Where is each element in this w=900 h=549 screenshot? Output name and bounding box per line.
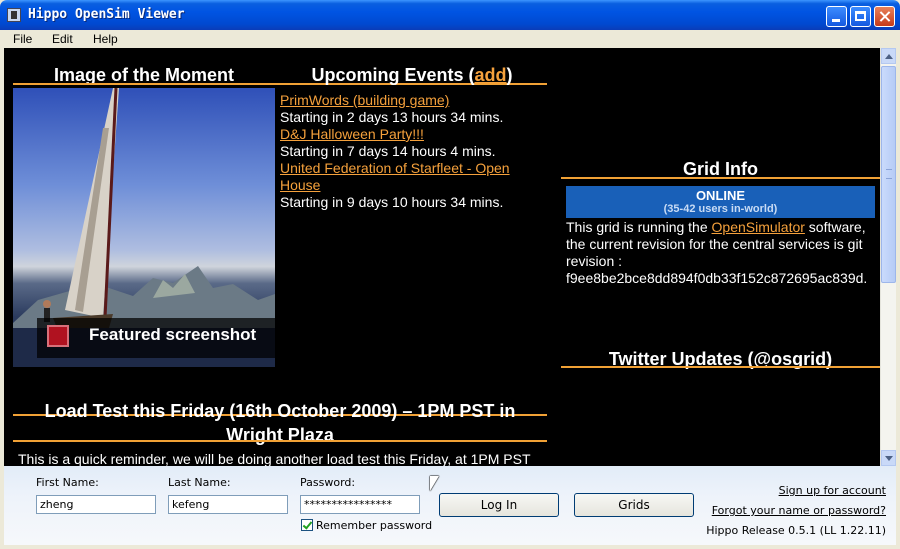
menu-help[interactable]: Help — [93, 32, 118, 46]
login-button[interactable]: Log In — [439, 493, 559, 517]
divider-twitter — [561, 366, 880, 368]
release-version: Hippo Release 0.5.1 (LL 1.22.11) — [706, 524, 886, 537]
grid-desc-pre: This grid is running the — [566, 219, 712, 235]
vertical-scrollbar[interactable] — [880, 48, 896, 466]
menu-edit[interactable]: Edit — [52, 32, 73, 46]
add-event-link[interactable]: add — [475, 65, 507, 85]
featured-caption: Featured screenshot — [89, 325, 257, 344]
featured-caption-bar: Featured screenshot — [37, 318, 275, 358]
events-heading-text: Upcoming Events ( — [311, 65, 475, 85]
divider-news — [13, 440, 547, 442]
remember-password-checkbox[interactable] — [301, 519, 313, 531]
scroll-down-icon[interactable] — [881, 450, 896, 466]
event-time: Starting in 9 days 10 hours 34 mins. — [280, 194, 504, 210]
login-splash-page: Image of the Moment Featured screenshot … — [4, 48, 880, 466]
signup-link[interactable]: Sign up for account — [779, 484, 886, 497]
event-link[interactable]: D&J Halloween Party!!! — [280, 126, 424, 142]
opensimulator-link[interactable]: OpenSimulator — [712, 219, 805, 235]
event-link[interactable]: United Federation of Starfleet - Open Ho… — [280, 160, 510, 193]
event-item: PrimWords (building game) — [280, 92, 542, 109]
remember-password-label: Remember password — [316, 519, 433, 532]
grid-status-badge: ONLINE (35-42 users in-world) — [566, 186, 875, 218]
grid-users-count: (35-42 users in-world) — [663, 203, 778, 215]
event-item: D&J Halloween Party!!! — [280, 126, 542, 143]
events-heading-close: ) — [506, 65, 513, 85]
events-list: PrimWords (building game) Starting in 2 … — [280, 92, 542, 211]
login-panel: First Name: Last Name: Password: Remembe… — [4, 466, 896, 545]
grid-online-status: ONLINE — [695, 188, 746, 203]
forgot-password-link[interactable]: Forgot your name or password? — [712, 504, 886, 517]
events-heading: Upcoming Events (add) — [280, 65, 544, 86]
window-title: Hippo OpenSim Viewer — [28, 7, 185, 22]
news-snippet: This is a quick reminder, we will be doi… — [18, 451, 531, 466]
event-item: United Federation of Starfleet - Open Ho… — [280, 160, 542, 194]
grip-icon — [886, 169, 892, 179]
scroll-up-icon[interactable] — [881, 48, 896, 64]
password-label: Password: — [300, 476, 356, 489]
last-name-label: Last Name: — [168, 476, 231, 489]
featured-screenshot-image[interactable]: Featured screenshot — [13, 88, 275, 367]
event-link[interactable]: PrimWords (building game) — [280, 92, 449, 108]
grid-description: This grid is running the OpenSimulator s… — [566, 219, 878, 287]
menu-file[interactable]: File — [13, 32, 32, 46]
first-name-label: First Name: — [36, 476, 99, 489]
close-button[interactable] — [874, 6, 895, 27]
event-time: Starting in 2 days 13 hours 34 mins. — [280, 109, 504, 125]
first-name-input[interactable] — [36, 495, 156, 514]
app-icon — [7, 8, 21, 22]
grids-button[interactable]: Grids — [574, 493, 694, 517]
event-time: Starting in 7 days 14 hours 4 mins. — [280, 143, 496, 159]
featured-marker-icon — [47, 325, 69, 347]
minimize-button[interactable] — [826, 6, 847, 27]
password-input[interactable] — [300, 495, 420, 514]
scroll-thumb[interactable] — [881, 66, 896, 283]
menu-bar: File Edit Help — [4, 30, 896, 48]
last-name-input[interactable] — [168, 495, 288, 514]
mouse-cursor-icon — [430, 476, 439, 491]
divider-grid — [561, 177, 880, 179]
viewer-window: Hippo OpenSim Viewer File Edit Help Imag… — [0, 0, 900, 549]
maximize-button[interactable] — [850, 6, 871, 27]
title-bar[interactable]: Hippo OpenSim Viewer — [0, 0, 900, 30]
